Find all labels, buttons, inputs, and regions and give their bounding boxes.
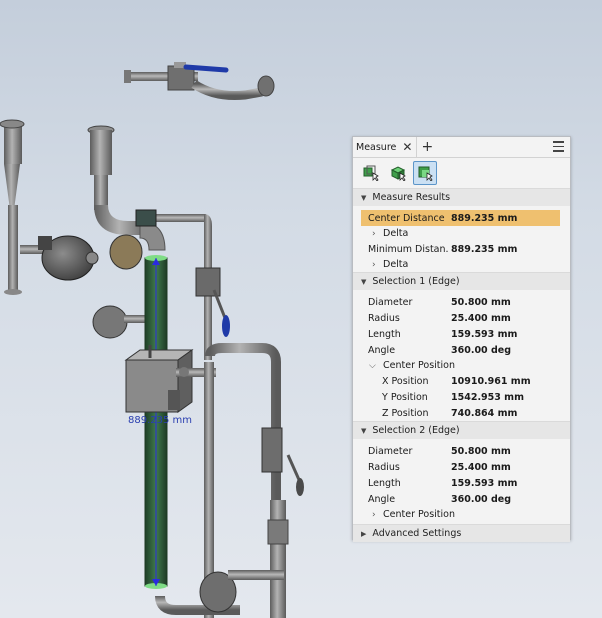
measure-results-title: Measure Results bbox=[372, 192, 451, 203]
advanced-settings-title: Advanced Settings bbox=[372, 528, 462, 539]
right-ball-valve bbox=[195, 267, 230, 337]
min-distance-label: Minimum Distan... bbox=[368, 243, 448, 255]
y-position-row: Y Position 1542.953 mm bbox=[353, 389, 570, 405]
select-other-icon bbox=[363, 165, 379, 181]
pressure-devices bbox=[38, 234, 148, 339]
collapse-arrow-icon: ▼ bbox=[361, 193, 367, 202]
top-valve-assembly bbox=[124, 62, 275, 100]
center-position-expander[interactable]: ⌵ Center Position bbox=[353, 358, 570, 373]
angle-row: Angle 360.00 deg bbox=[353, 342, 570, 358]
close-icon[interactable]: ✕ bbox=[402, 141, 412, 153]
chevron-down-icon: ⌵ bbox=[369, 360, 376, 371]
y-position-label: Y Position bbox=[382, 391, 428, 403]
collapse-arrow-icon: ▼ bbox=[361, 426, 367, 435]
length-row: Length 159.593 mm bbox=[353, 326, 570, 342]
min-distance-value: 889.235 mm bbox=[451, 243, 518, 255]
measure-results-header[interactable]: ▼ Measure Results bbox=[353, 188, 570, 206]
diameter-row: Diameter 50.800 mm bbox=[353, 443, 570, 459]
angle-row: Angle 360.00 deg bbox=[353, 491, 570, 507]
diameter-label: Diameter bbox=[368, 445, 413, 457]
radius-label: Radius bbox=[368, 461, 400, 473]
length-label: Length bbox=[368, 328, 401, 340]
z-position-value: 740.864 mm bbox=[451, 407, 518, 419]
angle-value: 360.00 deg bbox=[451, 493, 512, 505]
y-position-value: 1542.953 mm bbox=[451, 391, 524, 403]
panel-tabbar: Measure ✕ + bbox=[353, 137, 570, 158]
x-position-value: 10910.961 mm bbox=[451, 375, 531, 387]
center-distance-label: Center Distance bbox=[368, 212, 445, 224]
center-position-label: Center Position bbox=[383, 509, 455, 520]
radius-value: 25.400 mm bbox=[451, 312, 511, 324]
measure-panel: Measure ✕ + ▼ Measure Results Center Dis… bbox=[352, 136, 571, 542]
delta-expander[interactable]: › Delta bbox=[353, 257, 570, 272]
selection2-title: Selection 2 (Edge) bbox=[372, 425, 460, 436]
menu-icon[interactable] bbox=[553, 141, 564, 155]
tab-measure-label: Measure bbox=[356, 141, 397, 153]
selection2-header[interactable]: ▼ Selection 2 (Edge) bbox=[353, 421, 570, 439]
x-position-label: X Position bbox=[382, 375, 429, 387]
length-value: 159.593 mm bbox=[451, 477, 518, 489]
tab-measure[interactable]: Measure ✕ bbox=[353, 137, 418, 157]
center-position-expander[interactable]: › Center Position bbox=[353, 507, 570, 522]
length-row: Length 159.593 mm bbox=[353, 475, 570, 491]
chevron-right-icon: › bbox=[372, 228, 376, 239]
measure-toolbar bbox=[353, 158, 570, 188]
radius-row: Radius 25.400 mm bbox=[353, 459, 570, 475]
center-distance-value: 889.235 mm bbox=[451, 212, 518, 224]
valve-body-box bbox=[124, 345, 216, 413]
delta-expander[interactable]: › Delta bbox=[353, 226, 570, 241]
collapse-arrow-icon: ▼ bbox=[361, 277, 367, 286]
center-distance-row[interactable]: Center Distance 889.235 mm bbox=[361, 210, 560, 226]
z-position-row: Z Position 740.864 mm bbox=[353, 405, 570, 421]
select-part-icon bbox=[418, 166, 433, 181]
diameter-value: 50.800 mm bbox=[451, 296, 511, 308]
diameter-label: Diameter bbox=[368, 296, 413, 308]
bottom-loop bbox=[155, 570, 284, 615]
radius-value: 25.400 mm bbox=[451, 461, 511, 473]
chevron-right-icon: › bbox=[372, 259, 376, 270]
delta-label: Delta bbox=[383, 259, 409, 270]
radius-label: Radius bbox=[368, 312, 400, 324]
length-value: 159.593 mm bbox=[451, 328, 518, 340]
min-distance-row[interactable]: Minimum Distan... 889.235 mm bbox=[353, 241, 570, 257]
z-position-label: Z Position bbox=[382, 407, 429, 419]
angle-label: Angle bbox=[368, 344, 396, 356]
selection1-header[interactable]: ▼ Selection 1 (Edge) bbox=[353, 272, 570, 290]
diameter-row: Diameter 50.800 mm bbox=[353, 294, 570, 310]
chevron-right-icon: › bbox=[372, 509, 376, 520]
delta-label: Delta bbox=[383, 228, 409, 239]
length-label: Length bbox=[368, 477, 401, 489]
center-position-label: Center Position bbox=[383, 360, 455, 371]
diameter-value: 50.800 mm bbox=[451, 445, 511, 457]
selection1-title: Selection 1 (Edge) bbox=[372, 276, 460, 287]
x-position-row: X Position 10910.961 mm bbox=[353, 373, 570, 389]
select-other-button[interactable] bbox=[359, 161, 383, 185]
expand-arrow-icon: ▶ bbox=[361, 529, 367, 538]
select-component-button[interactable] bbox=[386, 161, 410, 185]
dimension-label: 889.235 mm bbox=[128, 415, 193, 426]
radius-row: Radius 25.400 mm bbox=[353, 310, 570, 326]
advanced-settings-header[interactable]: ▶ Advanced Settings bbox=[353, 524, 570, 542]
add-tab-icon[interactable]: + bbox=[421, 140, 433, 154]
select-component-icon bbox=[390, 166, 406, 181]
angle-value: 360.00 deg bbox=[451, 344, 512, 356]
select-part-button[interactable] bbox=[413, 161, 437, 185]
angle-label: Angle bbox=[368, 493, 396, 505]
